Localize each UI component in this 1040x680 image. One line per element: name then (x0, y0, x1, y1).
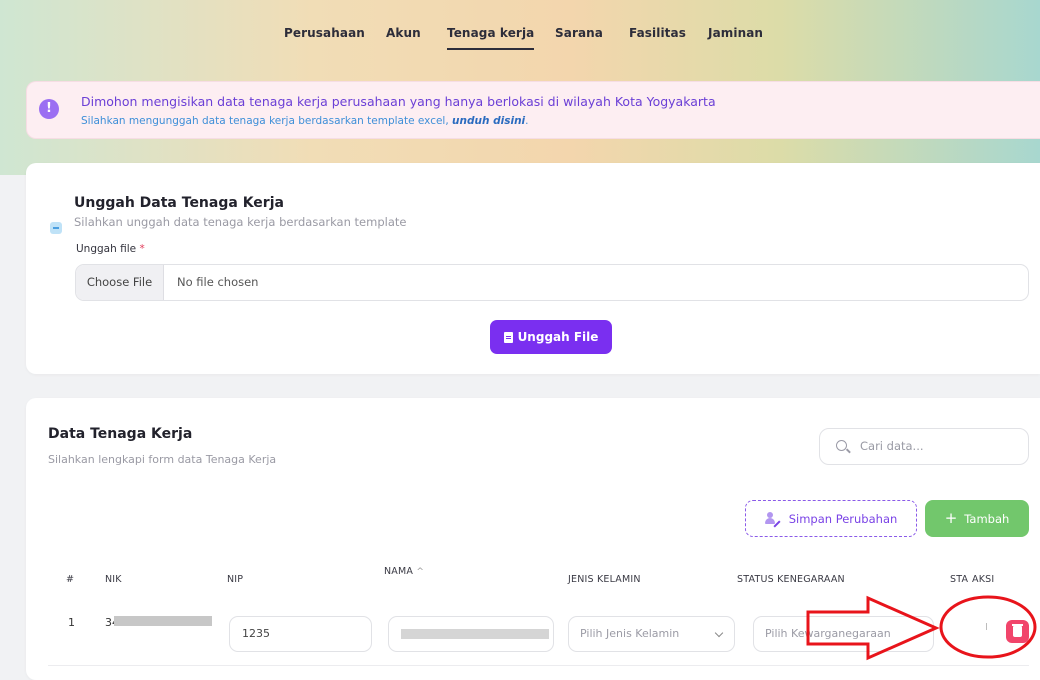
save-changes-label: Simpan Perubahan (788, 511, 898, 526)
trash-icon (1012, 624, 1023, 637)
upload-field-label: Unggah file * (76, 243, 145, 255)
upload-file-button[interactable]: Unggah File (490, 320, 612, 354)
download-template-link[interactable]: unduh disini (452, 115, 525, 127)
search-input[interactable]: Cari data... (819, 428, 1029, 465)
alert-message: Dimohon mengisikan data tenaga kerja per… (81, 94, 716, 109)
file-icon (503, 331, 513, 343)
column-header-nip: NIP (227, 574, 244, 585)
file-input[interactable]: Choose File No file chosen (75, 264, 1029, 301)
kewarganegaraan-select[interactable]: Pilih Kewarganegaraan (753, 616, 934, 652)
upload-card: Unggah Data Tenaga Kerja Silahkan unggah… (26, 163, 1040, 374)
column-header-nama-label: NAMA (384, 566, 414, 577)
alert-template-note: Silahkan mengunggah data tenaga kerja be… (81, 115, 529, 127)
required-mark: * (139, 243, 145, 255)
add-button-label: Tambah (964, 511, 1010, 526)
chevron-down-icon (714, 628, 724, 638)
nama-input[interactable] (388, 616, 554, 652)
column-header-nik: NIK (105, 574, 122, 585)
alert-template-text: Silahkan mengunggah data tenaga kerja be… (81, 115, 449, 127)
tab-tenaga-kerja[interactable]: Tenaga kerja (447, 26, 535, 50)
nip-value: 1235 (242, 627, 270, 640)
tab-fasilitas[interactable]: Fasilitas (629, 26, 686, 40)
tab-akun[interactable]: Akun (386, 26, 421, 40)
sort-asc-icon: ^ (416, 567, 425, 577)
top-navigation: Perusahaan Akun Tenaga kerja Sarana Fasi… (0, 26, 1040, 50)
employee-data-card: Data Tenaga Kerja Silahkan lengkapi form… (26, 398, 1040, 680)
upload-subtitle: Silahkan unggah data tenaga kerja berdas… (74, 215, 407, 229)
jenis-kelamin-placeholder: Pilih Jenis Kelamin (580, 627, 680, 640)
search-icon (836, 440, 847, 451)
choose-file-button[interactable]: Choose File (76, 265, 164, 300)
upload-title: Unggah Data Tenaga Kerja (74, 195, 284, 211)
row-number: 1 (68, 616, 75, 629)
save-changes-button[interactable]: Simpan Perubahan (745, 500, 917, 537)
data-subtitle: Silahkan lengkapi form data Tenaga Kerja (48, 453, 277, 466)
info-icon: ! (39, 99, 59, 119)
redacted-nama (401, 629, 549, 639)
column-header-no: # (66, 574, 75, 585)
info-alert: ! Dimohon mengisikan data tenaga kerja p… (26, 81, 1040, 139)
tab-perusahaan[interactable]: Perusahaan (284, 26, 365, 40)
no-file-text: No file chosen (177, 275, 259, 289)
user-edit-icon (764, 512, 781, 528)
column-header-status-kenegaraan: STATUS KENEGARAAN (737, 574, 845, 585)
tab-sarana[interactable]: Sarana (555, 26, 603, 40)
upload-field-label-text: Unggah file (76, 243, 137, 255)
row-divider (48, 665, 1029, 666)
redacted-nik (114, 616, 212, 626)
add-button[interactable]: + Tambah (925, 500, 1029, 537)
tab-jaminan[interactable]: Jaminan (708, 26, 763, 40)
column-header-nama[interactable]: NAMA ^ (384, 566, 424, 577)
nip-input[interactable]: 1235 (229, 616, 372, 652)
column-header-aksi: AKSI (972, 574, 995, 585)
jenis-kelamin-select[interactable]: Pilih Jenis Kelamin (568, 616, 735, 652)
search-placeholder: Cari data... (860, 439, 924, 453)
alert-period: . (525, 115, 529, 127)
kewarganegaraan-placeholder: Pilih Kewarganegaraan (765, 627, 891, 640)
column-header-status: STA (950, 574, 969, 585)
delete-button[interactable] (1006, 620, 1029, 643)
upload-file-button-label: Unggah File (517, 330, 599, 344)
collapse-icon[interactable] (50, 222, 62, 234)
data-title: Data Tenaga Kerja (48, 426, 193, 442)
plus-icon: + (944, 509, 958, 527)
column-header-jenis-kelamin: JENIS KELAMIN (568, 574, 641, 585)
status-value: I (985, 622, 988, 633)
